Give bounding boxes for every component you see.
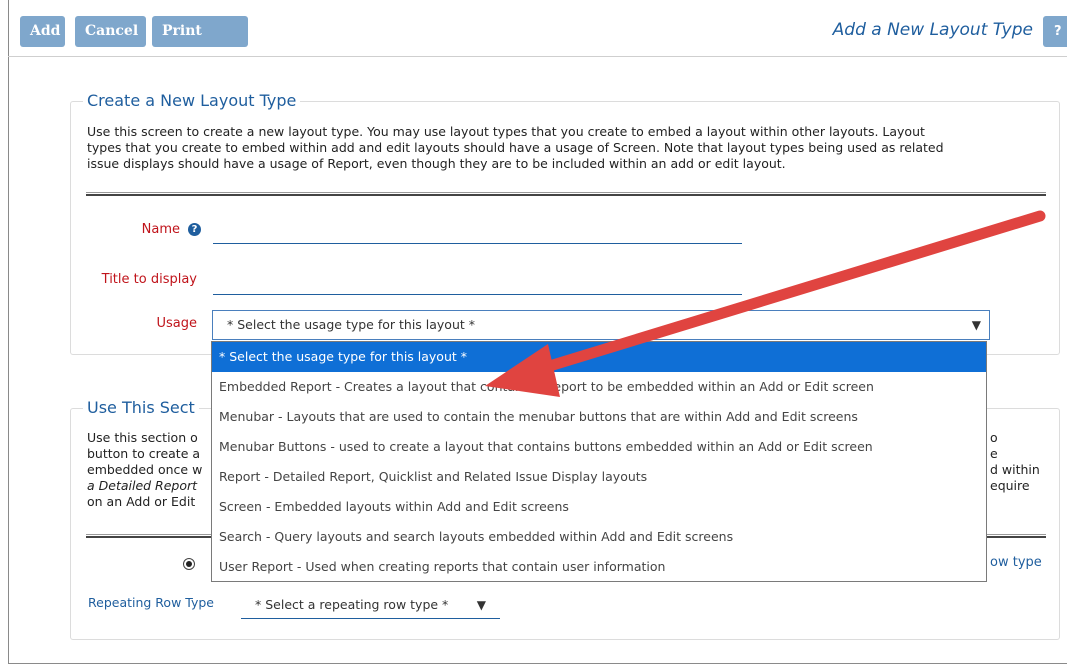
- description-line: on an Add or Edit: [87, 494, 196, 509]
- usage-option[interactable]: Menubar - Layouts that are used to conta…: [212, 402, 986, 432]
- usage-option[interactable]: Screen - Embedded layouts within Add and…: [212, 492, 986, 522]
- add-button[interactable]: Add: [20, 16, 65, 47]
- description-line: button to create a: [87, 446, 201, 461]
- row-type-radio[interactable]: [183, 558, 195, 570]
- usage-select[interactable]: * Select the usage type for this layout …: [212, 310, 990, 340]
- section-divider: [86, 192, 1046, 196]
- usage-option[interactable]: Report - Detailed Report, Quicklist and …: [212, 462, 986, 492]
- print-page-button[interactable]: Print Page: [152, 16, 248, 70]
- usage-label: Usage: [156, 316, 197, 331]
- toolbar-divider: [8, 56, 1067, 57]
- toolbar: Add Cancel Print Page Add a New Layout T…: [0, 0, 1067, 70]
- description-line: embedded once w: [87, 462, 203, 477]
- description-line: types that you create to embed within ad…: [87, 140, 944, 155]
- repeating-row-type-label: Repeating Row Type: [88, 595, 214, 610]
- usage-option[interactable]: Search - Query layouts and search layout…: [212, 522, 986, 552]
- repeating-row-type-select[interactable]: * Select a repeating row type * ▼: [241, 592, 500, 619]
- description-line: Use this screen to create a new layout t…: [87, 124, 925, 139]
- description-line: o: [990, 430, 998, 445]
- description-line: e: [990, 446, 998, 461]
- description-line: issue displays should have a usage of Re…: [87, 156, 786, 171]
- usage-option[interactable]: Menubar Buttons - used to create a layou…: [212, 432, 986, 462]
- chevron-down-icon: ▼: [971, 318, 981, 332]
- cancel-button[interactable]: Cancel: [75, 16, 146, 47]
- section-description: Use this screen to create a new layout t…: [87, 124, 1052, 172]
- section-title: Use This Sect: [83, 398, 199, 417]
- page-title: Add a New Layout Type: [832, 20, 1033, 40]
- section-description-right: o e d within equire: [990, 430, 1050, 494]
- usage-option[interactable]: * Select the usage type for this layout …: [212, 342, 986, 372]
- help-icon[interactable]: ?: [188, 223, 201, 236]
- description-line: d within: [990, 462, 1040, 477]
- chevron-down-icon: ▼: [476, 598, 486, 612]
- row-type-link[interactable]: ow type: [990, 555, 1042, 570]
- name-input[interactable]: [213, 214, 742, 244]
- description-line: equire: [990, 478, 1030, 493]
- description-line: Use this section o: [87, 430, 198, 445]
- title-to-display-label: Title to display: [101, 272, 197, 287]
- help-button[interactable]: ?: [1043, 16, 1067, 47]
- name-label: Name: [141, 222, 180, 237]
- usage-option[interactable]: User Report - Used when creating reports…: [212, 552, 986, 582]
- usage-select-value: * Select the usage type for this layout …: [227, 317, 476, 332]
- repeating-row-type-value: * Select a repeating row type *: [255, 597, 449, 612]
- usage-option[interactable]: Embedded Report - Creates a layout that …: [212, 372, 986, 402]
- title-to-display-input[interactable]: [213, 265, 742, 295]
- section-description-left: Use this section o button to create a em…: [87, 430, 217, 510]
- usage-dropdown-list: * Select the usage type for this layout …: [211, 341, 987, 582]
- section-title: Create a New Layout Type: [83, 91, 301, 110]
- description-line: a Detailed Report: [87, 478, 198, 493]
